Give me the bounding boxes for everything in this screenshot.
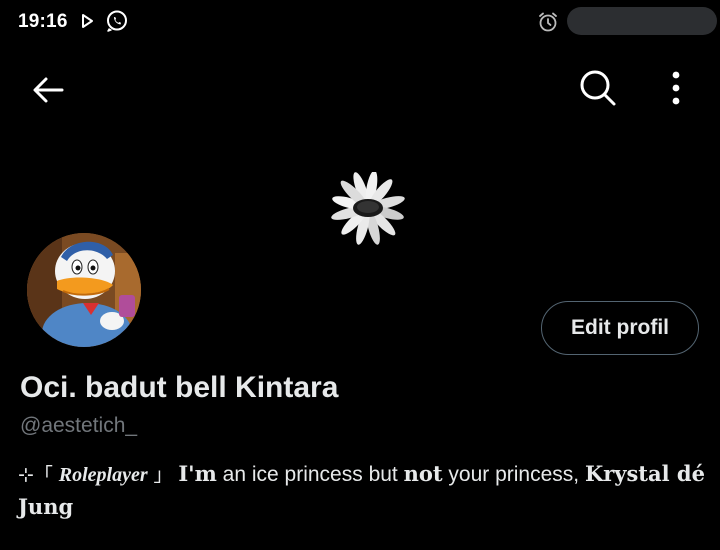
display-name: Oci. badut bell Kintara xyxy=(20,371,339,404)
status-bar: 19:16 xyxy=(0,0,720,44)
more-vertical-icon xyxy=(671,71,681,110)
user-handle: @aestetich_ xyxy=(20,414,138,437)
search-icon xyxy=(579,69,617,112)
redacted-status-area xyxy=(567,7,717,35)
donald-duck-avatar-image xyxy=(27,233,141,347)
bio-prefix: ⊹「 xyxy=(18,464,53,486)
bio-text-not: not xyxy=(403,461,443,486)
bio-text-mid: an ice princess but xyxy=(216,463,404,486)
more-options-button[interactable] xyxy=(656,68,696,112)
edit-profile-button[interactable]: Edit profil xyxy=(541,301,699,355)
daisy-flower-image xyxy=(310,170,422,261)
arrow-left-icon xyxy=(32,76,64,109)
back-button[interactable] xyxy=(26,70,70,114)
bio-close-bracket: 」 xyxy=(153,464,173,486)
profile-bio: ⊹「 Roleplayer 」 I'm an ice princess but … xyxy=(18,458,708,523)
bio-tag: Roleplayer xyxy=(58,464,148,486)
search-button[interactable] xyxy=(574,66,622,114)
status-time: 19:16 xyxy=(18,11,68,32)
bio-text-your-princess: your princess, xyxy=(442,463,585,486)
whatsapp-icon xyxy=(105,9,129,38)
play-icon xyxy=(80,13,94,34)
bio-text-im: I'm xyxy=(178,461,217,486)
alarm-icon xyxy=(537,11,559,38)
profile-avatar[interactable] xyxy=(24,230,144,350)
